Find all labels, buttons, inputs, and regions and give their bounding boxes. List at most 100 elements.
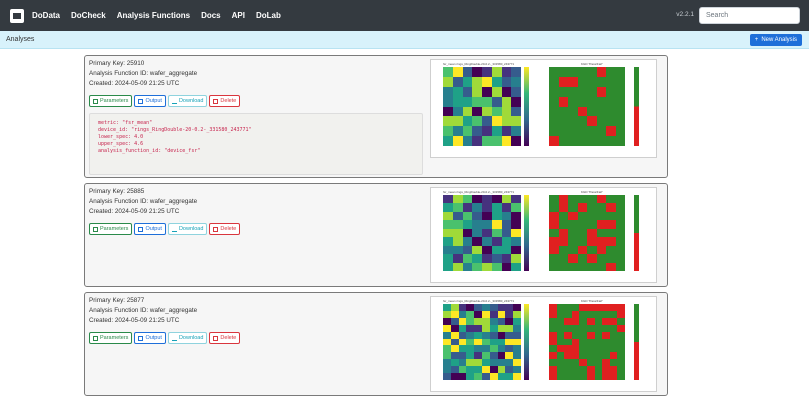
download-button[interactable]: Download <box>167 95 208 107</box>
nav-docs[interactable]: Docs <box>201 11 221 20</box>
card-actions: Parameters Output Download Delete <box>89 223 241 235</box>
pass-fail-cell <box>615 211 625 221</box>
nav-analysis-functions[interactable]: Analysis Functions <box>117 11 190 20</box>
pass-fail-cell <box>549 373 557 380</box>
heatmap-cell <box>452 96 463 107</box>
trash-icon <box>213 98 219 104</box>
download-button[interactable]: Download <box>167 332 208 344</box>
download-icon <box>171 99 177 104</box>
nav-dolab[interactable]: DoLab <box>256 11 281 20</box>
pass-fail-cell <box>615 116 625 127</box>
heatmap-cell <box>474 352 482 360</box>
pass-fail-cell <box>602 310 610 318</box>
heatmap-cell <box>443 106 453 117</box>
pass-fail-cell <box>615 245 625 255</box>
parameters-button[interactable]: Parameters <box>89 95 133 107</box>
output-button[interactable]: Output <box>134 95 166 107</box>
heatmap-cell <box>452 245 463 255</box>
delete-button[interactable]: Delete <box>209 223 241 235</box>
card-actions: Parameters Output Download Delete <box>89 332 241 344</box>
pass-fail-cell <box>564 359 572 367</box>
heatmap-cell <box>450 338 459 346</box>
pass-fail-cell <box>587 136 597 146</box>
pass-fail-cell <box>596 195 606 204</box>
heatmap-cell <box>462 126 473 137</box>
pass-fail-cell <box>549 86 559 97</box>
heatmap-cell <box>472 220 482 229</box>
parameters-button[interactable]: Parameters <box>89 332 133 344</box>
heatmap-cell <box>482 352 490 360</box>
nav-dodata[interactable]: DoData <box>32 11 60 20</box>
pass-fail-cell <box>579 366 587 374</box>
delete-button[interactable]: Delete <box>209 95 241 107</box>
heatmap-cell <box>505 324 514 332</box>
heatmap-cell <box>472 116 482 127</box>
wafer-map-figure[interactable]: fsr_mean rings_RingDouble-20-0.2-_331580… <box>430 187 657 283</box>
created-date: Created: 2024-05-09 21:25 UTC <box>89 80 180 87</box>
metric-heatmap <box>443 67 521 146</box>
heatmap-cell <box>466 310 475 318</box>
heatmap-cell <box>462 195 473 204</box>
pass-fail-cell <box>577 116 587 127</box>
param-line: lower_spec: 4.0 <box>98 134 144 140</box>
output-button[interactable]: Output <box>134 223 166 235</box>
search-input[interactable]: Search <box>699 7 800 24</box>
heatmap-cell <box>443 352 451 360</box>
pass-fail-cell <box>549 338 557 346</box>
function-id: Analysis Function ID: wafer_aggregate <box>89 70 198 77</box>
heatmap-cell <box>443 220 453 229</box>
pass-fail-cell <box>615 220 625 229</box>
parameters-button[interactable]: Parameters <box>89 223 133 235</box>
nav-api[interactable]: API <box>232 11 245 20</box>
new-analysis-button[interactable]: + New Analysis <box>749 34 802 46</box>
wafer-map-figure[interactable]: fsr_mean rings_RingDouble-20-0.2-_331580… <box>430 59 657 158</box>
heatmap-cell <box>501 116 512 127</box>
pass-fail-cell <box>606 262 616 271</box>
heatmap-cell <box>443 76 453 87</box>
pass-fail-cell <box>602 345 610 353</box>
heatmap-cell <box>513 345 521 353</box>
pass-fail-cell <box>564 317 572 325</box>
download-icon <box>171 336 177 341</box>
heatmap-cell <box>452 136 463 146</box>
pass-fail-cell <box>568 136 578 146</box>
pass-fail-cell <box>558 245 568 255</box>
pass-fail-legend <box>634 304 639 380</box>
heatmap-cell <box>462 262 473 271</box>
wafer-map-figure[interactable]: fsr_mean rings_RingDouble-20-0.2-_331580… <box>430 296 657 392</box>
pass-fail-cell <box>568 254 578 263</box>
pass-fail-cell <box>587 203 597 212</box>
pass-fail-cell <box>571 338 580 346</box>
download-button[interactable]: Download <box>167 223 208 235</box>
pass-fail-cell <box>549 331 557 339</box>
app-logo-icon[interactable] <box>10 8 24 23</box>
primary-key: Primary Key: 25885 <box>89 188 145 195</box>
pass-fail-cell <box>615 254 625 263</box>
pass-fail-cell <box>564 345 572 353</box>
pass-fail-cell <box>602 359 610 367</box>
param-line: device_id: "rings_RingDouble-20-0.2-_331… <box>98 127 252 133</box>
pass-fail-cell <box>609 352 618 360</box>
pass-fail-cell <box>606 106 616 117</box>
pass-fail-cell <box>564 324 572 332</box>
heatmap-cell <box>489 352 498 360</box>
heatmap-cell <box>450 304 459 311</box>
pass-fail-legend <box>634 195 639 271</box>
heatmap-cell <box>497 304 506 311</box>
heatmap-cell <box>450 345 459 353</box>
heatmap-cell <box>482 324 490 332</box>
pass-fail-cell <box>606 116 616 127</box>
output-button[interactable]: Output <box>134 332 166 344</box>
pass-fail-cell <box>549 254 559 263</box>
heatmap-cell <box>443 195 453 204</box>
heatmap-cell <box>472 262 482 271</box>
pass-fail-cell <box>571 324 580 332</box>
heatmap-cell <box>452 220 463 229</box>
pass-fail-cell <box>558 106 568 117</box>
nav-docheck[interactable]: DoCheck <box>71 11 106 20</box>
pass-fail-cell <box>564 310 572 318</box>
heatmap-cell <box>472 245 482 255</box>
heatmap-cell <box>462 228 473 238</box>
delete-button[interactable]: Delete <box>209 332 241 344</box>
heatmap-cell <box>443 359 451 367</box>
